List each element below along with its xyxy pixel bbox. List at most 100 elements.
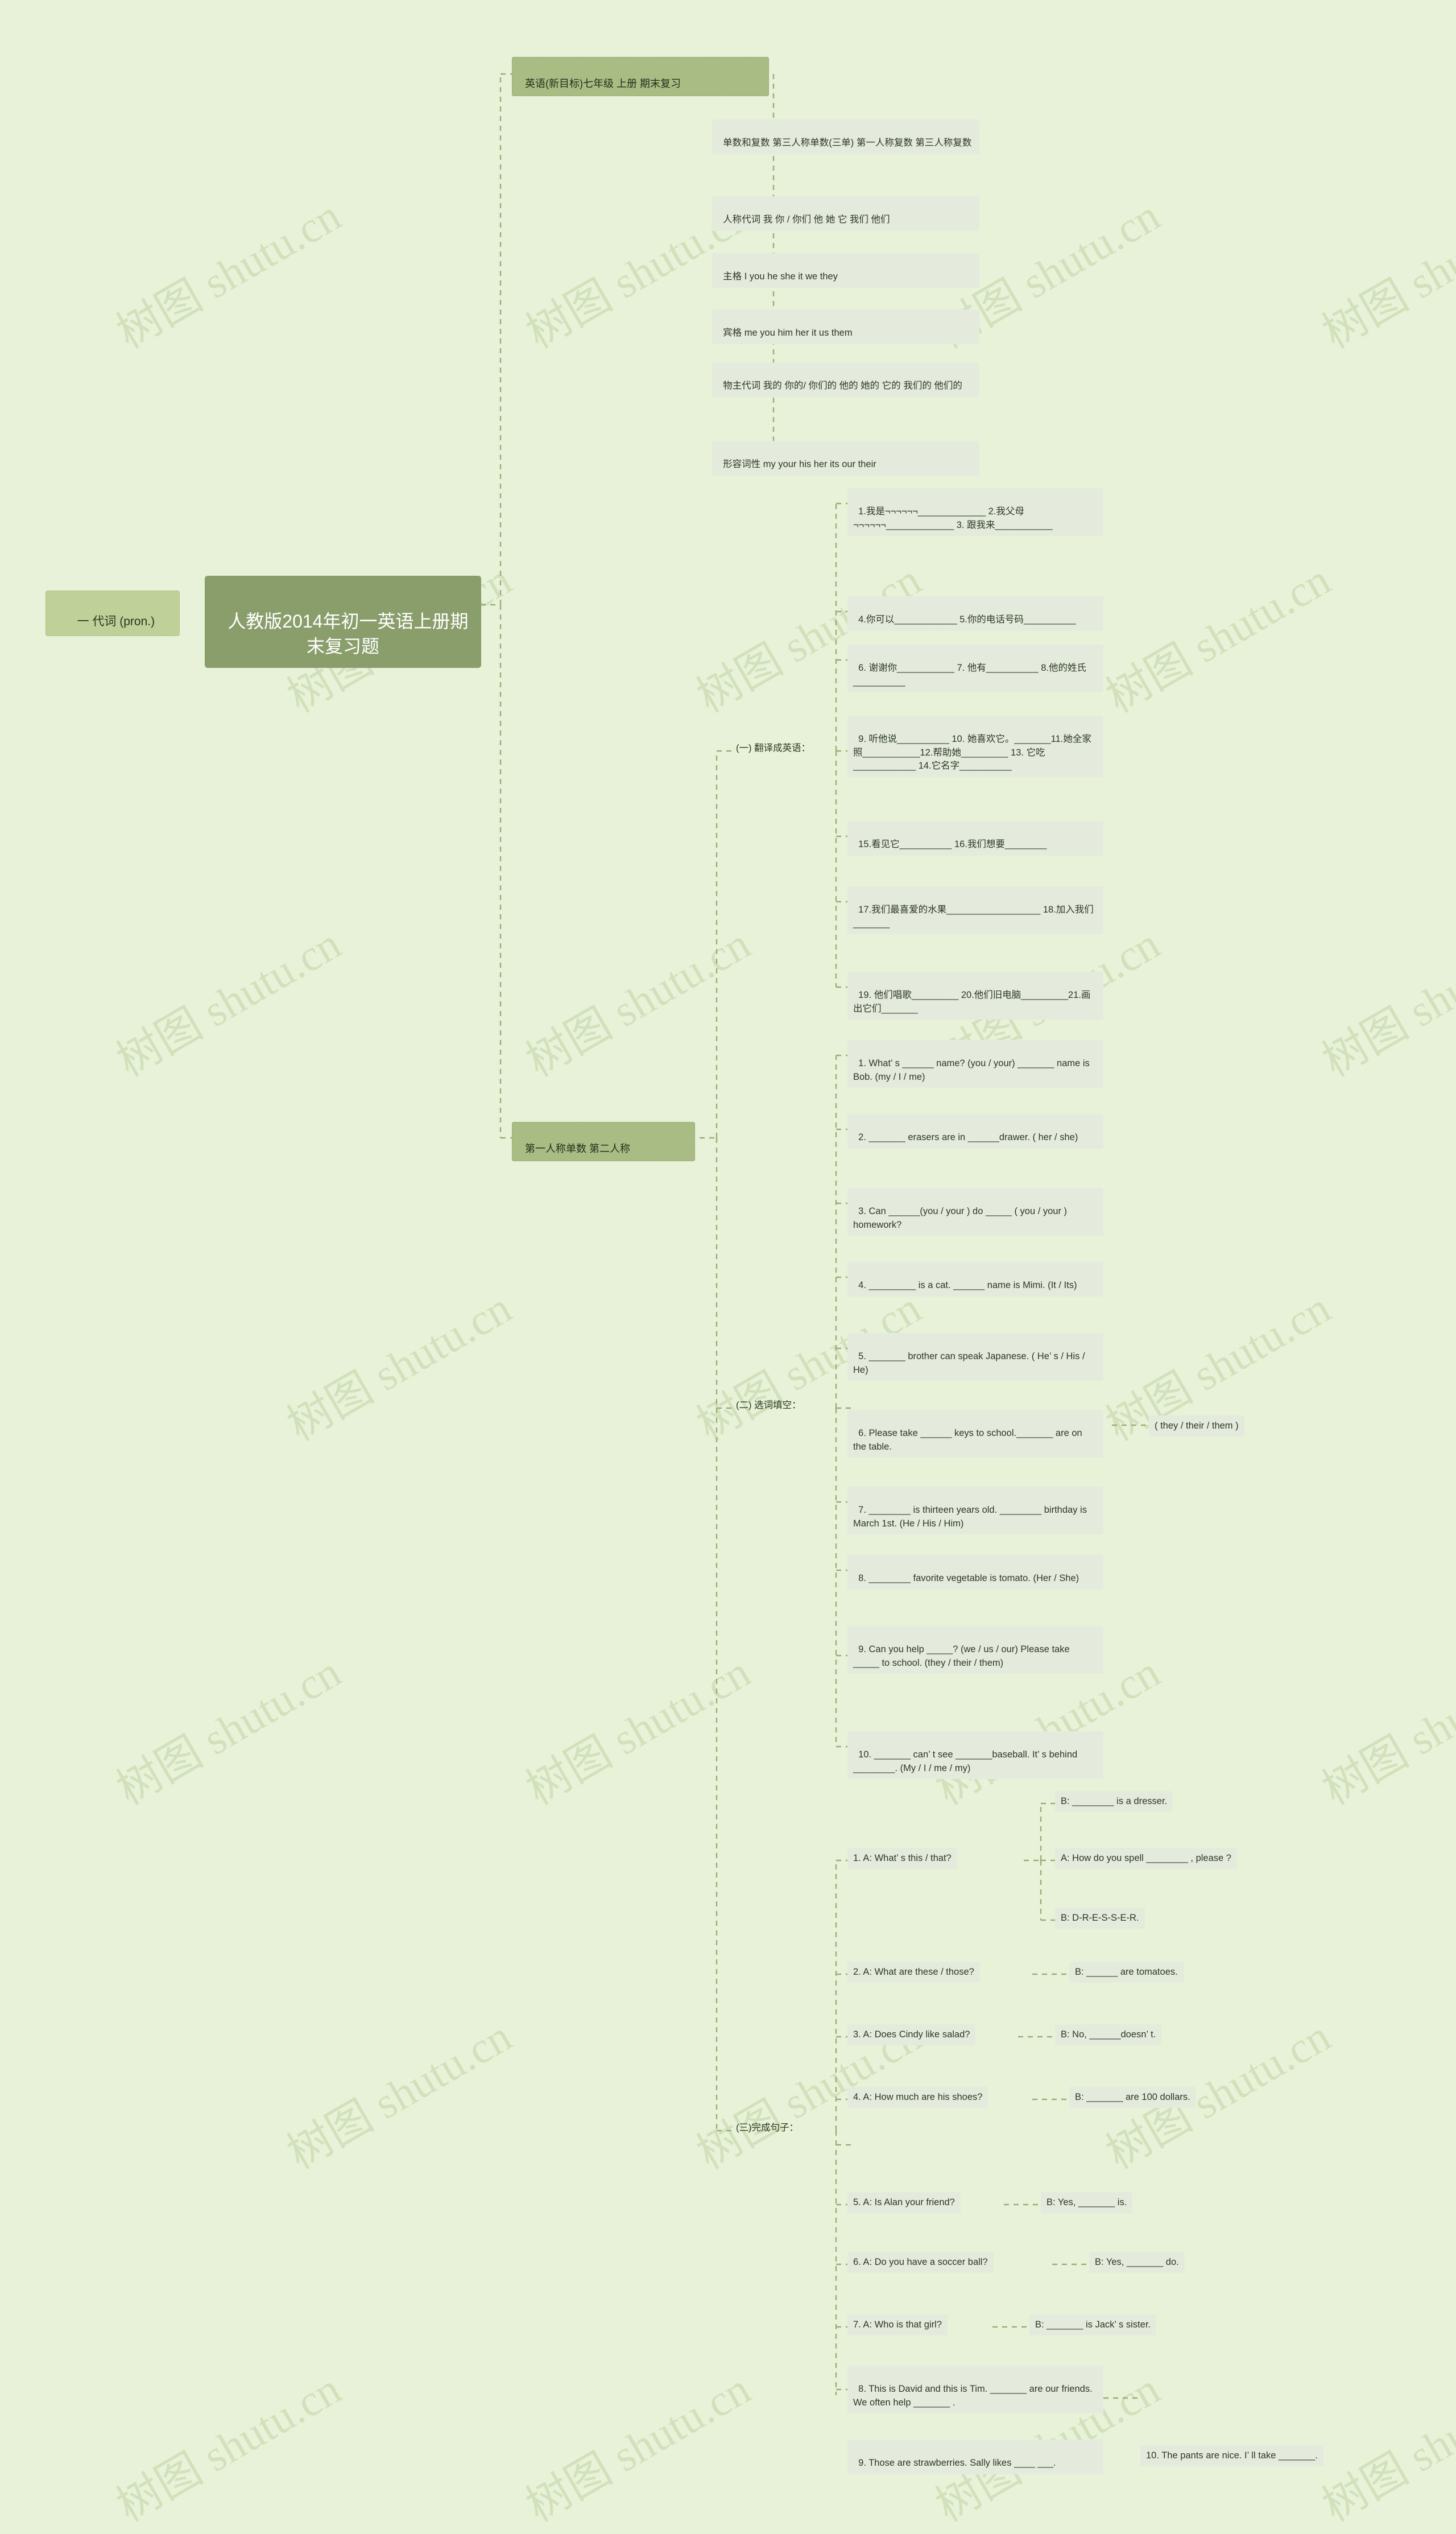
cloze-item-text: 6. Please take ______ keys to school.___… — [853, 1428, 1085, 1452]
branch-person-number[interactable]: 第一人称单数 第二人称 — [512, 1122, 695, 1162]
dialog-reply-text: B: D-R-E-S-S-E-R. — [1061, 1913, 1139, 1923]
dialog-reply-text: B: Yes, _______ is. — [1046, 2197, 1127, 2207]
dialog-reply-text: B: _______ are 100 dollars. — [1075, 2092, 1190, 2102]
dialog-prompt[interactable]: 5. A: Is Alan your friend? — [847, 2192, 961, 2214]
dialog-prompt[interactable]: 9. Those are strawberries. Sally likes _… — [847, 2440, 1103, 2474]
cloze-item-text: 8. ________ favorite vegetable is tomato… — [858, 1573, 1079, 1584]
branch-review-title[interactable]: 英语(新目标)七年级 上册 期末复习 — [512, 57, 769, 97]
cloze-item-6-choices-text: ( they / their / them ) — [1155, 1421, 1239, 1431]
cloze-item-text: 7. ________ is thirteen years old. _____… — [853, 1505, 1090, 1529]
cloze-item[interactable]: 10. _______ can’ t see _______baseball. … — [847, 1731, 1103, 1780]
grammar-note-text: 单数和复数 第三人称单数(三单) 第一人称复数 第三人称复数 — [723, 138, 972, 148]
dialog-prompt-text: 7. A: Who is that girl? — [853, 2320, 942, 2330]
dialog-reply-text: B: _______ is Jack’ s sister. — [1035, 2320, 1151, 2330]
translate-item[interactable]: 6. 谢谢你___________ 7. 他有__________ 8.他的姓氏… — [847, 645, 1103, 693]
grammar-note-text: 物主代词 我的 你的/ 你们的 他的 她的 它的 我们的 他们的 — [723, 381, 962, 391]
dialog-reply-text: B: ________ is a dresser. — [1061, 1796, 1168, 1806]
root-node[interactable]: 人教版2014年初一英语上册期末复习题 — [205, 576, 481, 668]
section-one-label[interactable]: (一) 翻译成英语： — [733, 740, 814, 757]
translate-item-text: 19. 他们唱歌_________ 20.他们旧电脑_________21.画出… — [853, 990, 1091, 1014]
cloze-item[interactable]: 9. Can you help _____? (we / us / our) P… — [847, 1626, 1103, 1674]
translate-item-text: 9. 听他说__________ 10. 她喜欢它。_______11.她全家照… — [853, 734, 1091, 771]
grammar-note-text: 形容词性 my your his her its our their — [723, 459, 876, 470]
dialog-prompt-text: 6. A: Do you have a soccer ball? — [853, 2257, 988, 2267]
dialog-reply-text: 10. The pants are nice. I’ ll take _____… — [1146, 2450, 1318, 2461]
cloze-item-text: 4. _________ is a cat. ______ name is Mi… — [858, 1280, 1077, 1291]
dialog-reply-text: B: ______ are tomatoes. — [1075, 1967, 1178, 1977]
dialog-reply[interactable]: B: ______ are tomatoes. — [1069, 1962, 1184, 1983]
dialog-reply-text: B: Yes, _______ do. — [1095, 2257, 1179, 2267]
cloze-item[interactable]: 6. Please take ______ keys to school.___… — [847, 1410, 1103, 1458]
root-title: 人教版2014年初一英语上册期末复习题 — [228, 611, 469, 657]
cloze-item[interactable]: 1. What’ s ______ name? (you / your) ___… — [847, 1040, 1103, 1088]
cloze-item-text: 10. _______ can’ t see _______baseball. … — [853, 1749, 1080, 1773]
translate-item[interactable]: 19. 他们唱歌_________ 20.他们旧电脑_________21.画出… — [847, 972, 1103, 1020]
translate-item[interactable]: 17.我们最喜爱的水果__________________ 18.加入我们___… — [847, 886, 1103, 935]
cloze-item[interactable]: 2. _______ erasers are in ______drawer. … — [847, 1114, 1103, 1149]
cloze-item[interactable]: 5. _______ brother can speak Japanese. (… — [847, 1333, 1103, 1381]
section-three-label[interactable]: (三)完成句子： — [733, 2119, 802, 2137]
translate-item[interactable]: 15.看见它__________ 16.我们想要________ — [847, 821, 1103, 856]
branch-review-title-label: 英语(新目标)七年级 上册 期末复习 — [525, 77, 681, 89]
grammar-note[interactable]: 形容词性 my your his her its our their — [712, 441, 979, 476]
translate-item-text: 17.我们最喜爱的水果__________________ 18.加入我们___… — [853, 905, 1094, 928]
translate-item[interactable]: 4.你可以____________ 5.你的电话号码__________ — [847, 596, 1103, 631]
dialog-reply[interactable]: B: D-R-E-S-S-E-R. — [1055, 1908, 1145, 1929]
dialog-reply[interactable]: B: Yes, _______ do. — [1089, 2252, 1185, 2273]
section-two-label-text: (二) 选词填空： — [736, 1400, 801, 1410]
dialog-prompt-text: 1. A: What’ s this / that? — [853, 1853, 952, 1863]
dialog-prompt[interactable]: 8. This is David and this is Tim. ______… — [847, 2366, 1103, 2414]
dialog-reply[interactable]: B: Yes, _______ is. — [1041, 2192, 1133, 2214]
cloze-item[interactable]: 4. _________ is a cat. ______ name is Mi… — [847, 1262, 1103, 1297]
branch-person-number-label: 第一人称单数 第二人称 — [525, 1142, 631, 1154]
grammar-note-text: 主格 I you he she it we they — [723, 271, 838, 282]
dialog-prompt[interactable]: 1. A: What’ s this / that? — [847, 1848, 957, 1869]
cloze-item[interactable]: 7. ________ is thirteen years old. _____… — [847, 1487, 1103, 1535]
translate-item-text: 1.我是¬¬¬¬¬¬_____________ 2.我父母¬¬¬¬¬¬_____… — [853, 506, 1053, 530]
translate-item-text: 4.你可以____________ 5.你的电话号码__________ — [858, 614, 1076, 625]
dialog-prompt[interactable]: 6. A: Do you have a soccer ball? — [847, 2252, 994, 2273]
cloze-item-text: 3. Can ______(you / your ) do _____ ( yo… — [853, 1206, 1070, 1230]
translate-item-text: 15.看见它__________ 16.我们想要________ — [858, 839, 1047, 850]
translate-item-text: 6. 谢谢你___________ 7. 他有__________ 8.他的姓氏… — [853, 663, 1086, 687]
dialog-prompt-text: 4. A: How much are his shoes? — [853, 2092, 983, 2102]
cloze-item[interactable]: 8. ________ favorite vegetable is tomato… — [847, 1555, 1103, 1590]
section-one-label-text: (一) 翻译成英语： — [736, 743, 811, 753]
cloze-item[interactable]: 3. Can ______(you / your ) do _____ ( yo… — [847, 1188, 1103, 1236]
cloze-item-text: 2. _______ erasers are in ______drawer. … — [858, 1132, 1078, 1143]
grammar-note-text: 宾格 me you him her it us them — [723, 328, 853, 339]
cloze-item-text: 5. _______ brother can speak Japanese. (… — [853, 1351, 1088, 1375]
grammar-note[interactable]: 物主代词 我的 你的/ 你们的 他的 她的 它的 我们的 他们的 — [712, 362, 979, 397]
cloze-item-text: 9. Can you help _____? (we / us / our) P… — [853, 1644, 1073, 1668]
cloze-item-text: 1. What’ s ______ name? (you / your) ___… — [853, 1058, 1093, 1082]
dialog-reply[interactable]: 10. The pants are nice. I’ ll take _____… — [1140, 2445, 1323, 2467]
section-three-label-text: (三)完成句子： — [736, 2123, 799, 2133]
dialog-reply-text: B: No, ______doesn’ t. — [1061, 2029, 1156, 2040]
dialog-reply[interactable]: A: How do you spell ________ , please ? — [1055, 1848, 1237, 1869]
cloze-item-6-choices[interactable]: ( they / their / them ) — [1149, 1415, 1244, 1437]
dialog-reply[interactable]: B: ________ is a dresser. — [1055, 1791, 1173, 1813]
grammar-note[interactable]: 人称代词 我 你 / 你们 他 她 它 我们 他们 — [712, 196, 979, 231]
dialog-prompt[interactable]: 2. A: What are these / those? — [847, 1962, 980, 1983]
branch-pronoun-label: 一 代词 (pron.) — [77, 614, 155, 628]
dialog-prompt-text: 5. A: Is Alan your friend? — [853, 2197, 955, 2207]
dialog-reply[interactable]: B: No, ______doesn’ t. — [1055, 2024, 1162, 2046]
dialog-prompt-text: 9. Those are strawberries. Sally likes _… — [858, 2458, 1056, 2469]
grammar-note[interactable]: 主格 I you he she it we they — [712, 253, 979, 288]
dialog-prompt[interactable]: 4. A: How much are his shoes? — [847, 2087, 988, 2108]
translate-item[interactable]: 9. 听他说__________ 10. 她喜欢它。_______11.她全家照… — [847, 716, 1103, 777]
dialog-prompt[interactable]: 7. A: Who is that girl? — [847, 2314, 948, 2336]
dialog-prompt-text: 8. This is David and this is Tim. ______… — [853, 2384, 1095, 2408]
dialog-reply[interactable]: B: _______ are 100 dollars. — [1069, 2087, 1196, 2108]
branch-pronoun[interactable]: 一 代词 (pron.) — [46, 591, 180, 636]
grammar-note[interactable]: 单数和复数 第三人称单数(三单) 第一人称复数 第三人称复数 — [712, 119, 979, 154]
dialog-prompt-text: 3. A: Does Cindy like salad? — [853, 2029, 970, 2040]
grammar-note-text: 人称代词 我 你 / 你们 他 她 它 我们 他们 — [723, 214, 890, 225]
dialog-prompt-text: 2. A: What are these / those? — [853, 1967, 974, 1977]
dialog-reply-text: A: How do you spell ________ , please ? — [1061, 1853, 1231, 1863]
translate-item[interactable]: 1.我是¬¬¬¬¬¬_____________ 2.我父母¬¬¬¬¬¬_____… — [847, 488, 1103, 536]
grammar-note[interactable]: 宾格 me you him her it us them — [712, 309, 979, 344]
section-two-label[interactable]: (二) 选词填空： — [733, 1397, 805, 1414]
dialog-prompt[interactable]: 3. A: Does Cindy like salad? — [847, 2024, 976, 2046]
dialog-reply[interactable]: B: _______ is Jack’ s sister. — [1029, 2314, 1156, 2336]
